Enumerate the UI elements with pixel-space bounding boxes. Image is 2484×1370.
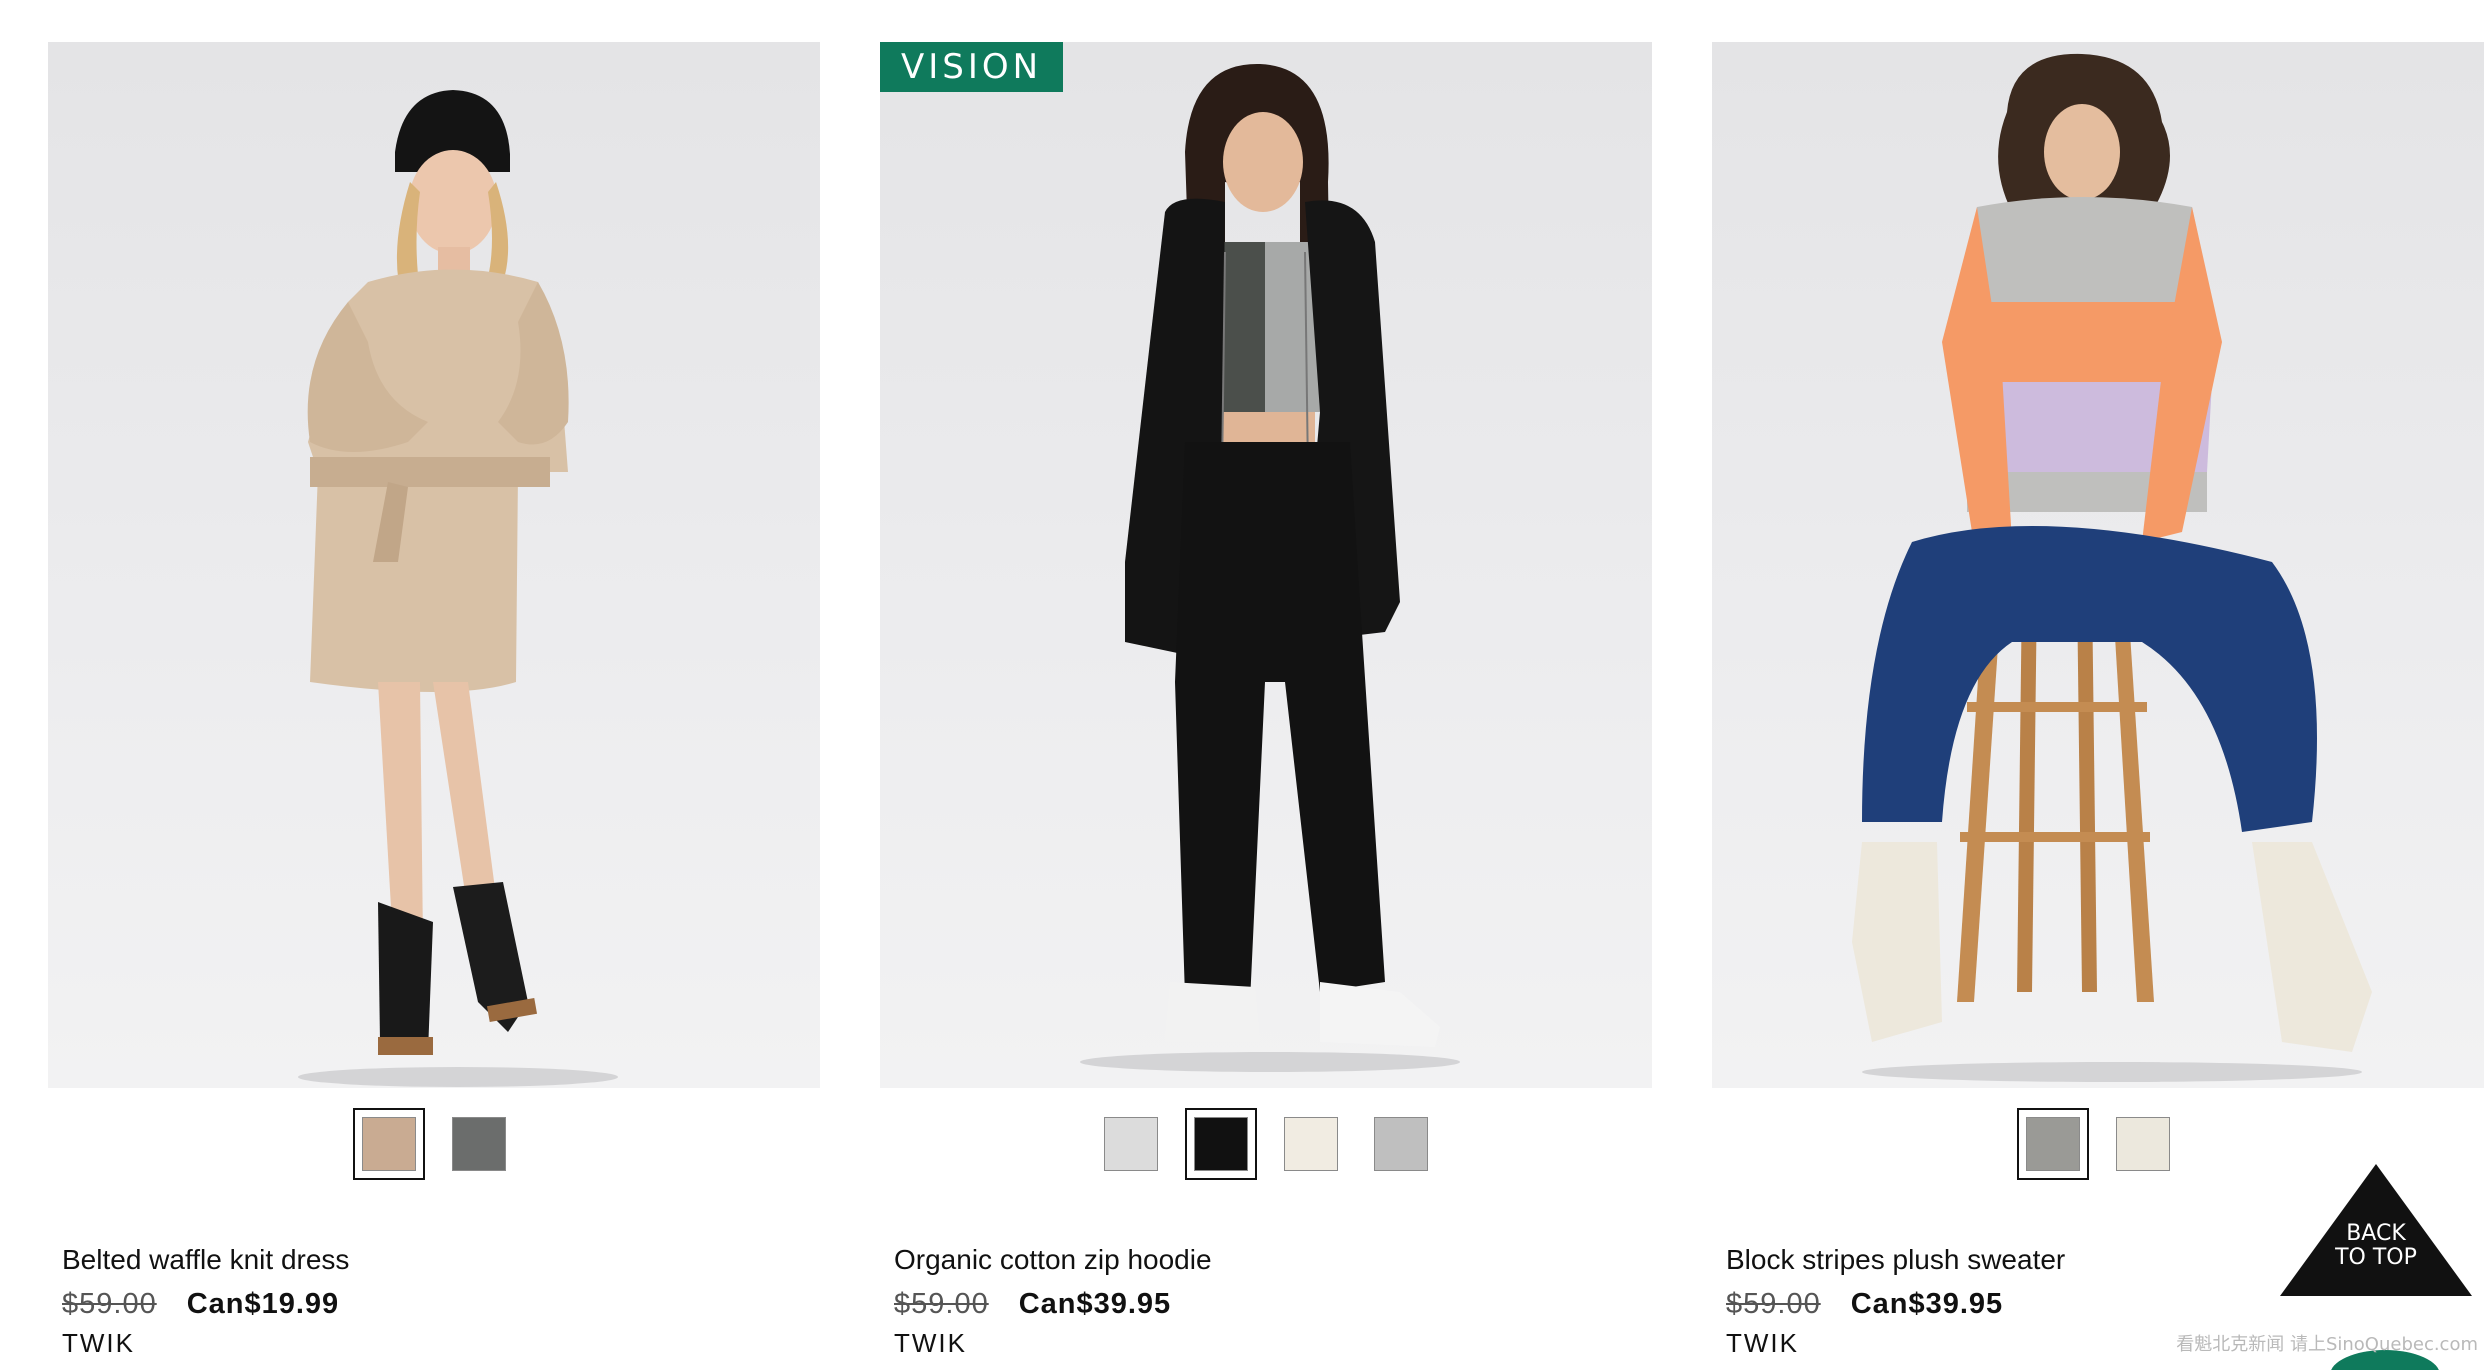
product-info: Organic cotton zip hoodie $59.00 Can$39.… — [894, 1242, 1634, 1359]
swatch-color — [2116, 1117, 2170, 1171]
back-to-top-button[interactable]: BACK TO TOP — [2276, 1160, 2476, 1300]
swatch-color — [1194, 1117, 1248, 1171]
product-grid: Belted waffle knit dress $59.00 Can$19.9… — [0, 0, 2484, 1370]
model-photo-dress — [298, 90, 618, 1087]
back-to-top-line2: TO TOP — [2335, 1245, 2417, 1270]
vision-badge: VISION — [880, 42, 1063, 92]
sale-price: Can$39.95 — [1850, 1288, 2004, 1320]
watermark-text: 看魁北克新闻 请上SinoQuebec.com — [2176, 1334, 2478, 1355]
model-photo-sweater — [1852, 53, 2372, 1082]
product-info: Belted waffle knit dress $59.00 Can$19.9… — [62, 1242, 802, 1359]
swatch-color — [1284, 1117, 1338, 1171]
product-card: Belted waffle knit dress $59.00 Can$19.9… — [48, 42, 820, 1358]
product-name[interactable]: Organic cotton zip hoodie — [894, 1242, 1634, 1278]
product-image[interactable]: VISION — [880, 42, 1652, 1088]
swatch-heather-grey[interactable] — [1095, 1108, 1167, 1180]
swatch-color — [1374, 1117, 1428, 1171]
swatch-grey[interactable] — [443, 1108, 515, 1180]
swatch-color — [362, 1117, 416, 1171]
sale-price: Can$39.95 — [1018, 1288, 1172, 1320]
swatch-ivory[interactable] — [1275, 1108, 1347, 1180]
color-swatches — [880, 1108, 1652, 1180]
swatch-color — [452, 1117, 506, 1171]
product-image[interactable] — [48, 42, 820, 1088]
brand-name: TWIK — [62, 1328, 135, 1358]
original-price: $59.00 — [62, 1288, 157, 1320]
product-image[interactable] — [1712, 42, 2484, 1088]
model-photo-hoodie — [1080, 63, 1460, 1072]
swatch-ivory[interactable] — [2107, 1108, 2179, 1180]
original-price: $59.00 — [1726, 1288, 1821, 1320]
product-card: Block stripes plush sweater $59.00 Can$3… — [1712, 42, 2484, 1358]
sale-price: Can$19.99 — [186, 1288, 340, 1320]
swatch-grey-stripes[interactable] — [2017, 1108, 2089, 1180]
swatch-color — [1104, 1117, 1158, 1171]
back-to-top-line1: BACK — [2346, 1221, 2406, 1246]
swatch-light-grey[interactable] — [1365, 1108, 1437, 1180]
price-row: $59.00 Can$19.99 — [62, 1286, 802, 1322]
swatch-beige[interactable] — [353, 1108, 425, 1180]
product-card: VISION Organic cotton zip hoodie $59.00 … — [880, 42, 1652, 1358]
original-price: $59.00 — [894, 1288, 989, 1320]
swatch-black[interactable] — [1185, 1108, 1257, 1180]
back-to-top-label: BACK TO TOP — [2276, 1222, 2476, 1270]
price-row: $59.00 Can$39.95 — [894, 1286, 1634, 1322]
brand-name: TWIK — [894, 1328, 967, 1358]
product-name[interactable]: Belted waffle knit dress — [62, 1242, 802, 1278]
swatch-color — [2026, 1117, 2080, 1171]
color-swatches — [48, 1108, 820, 1180]
